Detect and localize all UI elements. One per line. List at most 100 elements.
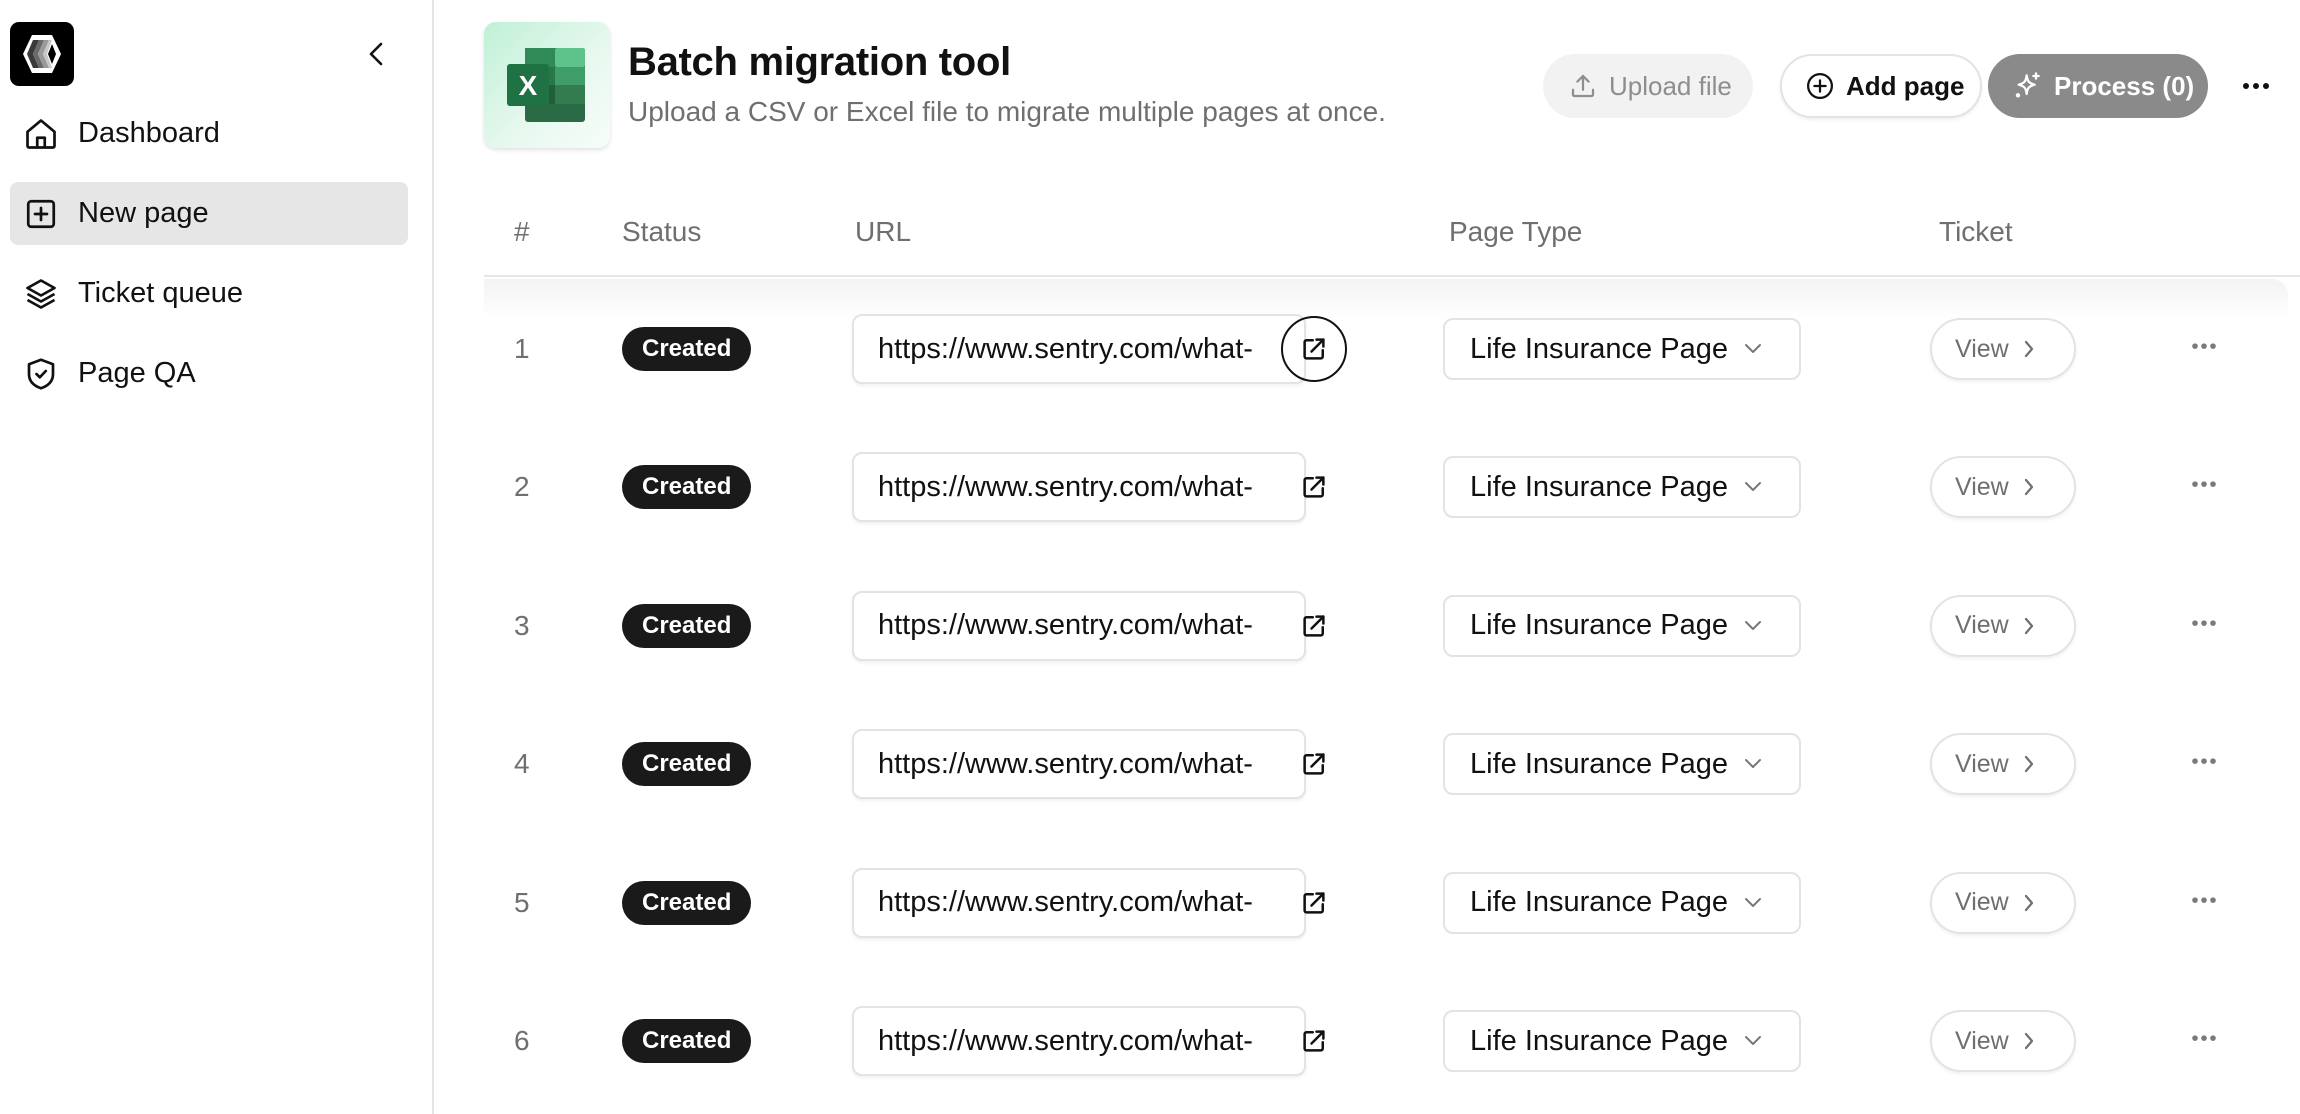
- external-link-icon: [1303, 615, 1325, 637]
- upload-file-label: Upload file: [1609, 70, 1732, 101]
- external-link-icon: [1303, 753, 1325, 775]
- table-row: 4 Created Life Insurance Page View: [484, 695, 2300, 833]
- chevron-right-icon: [2023, 339, 2039, 359]
- view-ticket-button[interactable]: View: [1930, 456, 2076, 519]
- view-ticket-button[interactable]: View: [1930, 594, 2076, 657]
- url-input[interactable]: [852, 1006, 1306, 1076]
- row-number: 2: [514, 471, 530, 503]
- shield-check-icon: [23, 356, 59, 392]
- sidebar-item-page-qa[interactable]: Page QA: [10, 342, 408, 405]
- sidebar-item-dashboard[interactable]: Dashboard: [10, 102, 408, 165]
- row-number: 3: [514, 609, 530, 641]
- sidebar-item-new-page[interactable]: New page: [10, 182, 408, 245]
- external-link-icon: [1303, 1030, 1325, 1052]
- app-logo[interactable]: [10, 22, 74, 86]
- view-ticket-label: View: [1955, 611, 2009, 640]
- view-ticket-button[interactable]: View: [1930, 871, 2076, 934]
- open-url-button[interactable]: [1281, 593, 1347, 659]
- status-badge: Created: [622, 465, 752, 510]
- sidebar-nav: Dashboard New page Ticket queue Page QA: [10, 102, 408, 422]
- chevron-right-icon: [2023, 893, 2039, 913]
- status-badge: Created: [622, 327, 752, 371]
- add-page-button[interactable]: Add page: [1780, 54, 1982, 118]
- upload-file-button[interactable]: Upload file: [1543, 54, 1753, 118]
- external-link-icon: [1303, 891, 1325, 914]
- row-actions-button[interactable]: [2184, 1026, 2224, 1050]
- sidebar-item-label: Dashboard: [78, 117, 220, 149]
- view-ticket-label: View: [1955, 749, 2009, 778]
- status-badge: Created: [622, 742, 752, 787]
- open-url-button[interactable]: [1281, 454, 1347, 520]
- sparkles-icon: [2012, 70, 2044, 102]
- column-header-url: URL: [855, 216, 912, 247]
- table-header: # Status URL Page Type Ticket: [484, 200, 2300, 277]
- plus-circle-icon: [1804, 70, 1836, 102]
- chevron-down-icon: [1743, 477, 1763, 497]
- more-horizontal-icon: [2192, 1035, 2216, 1041]
- page-type-value: Life Insurance Page: [1470, 1024, 1728, 1057]
- chevron-down-icon: [1743, 1031, 1763, 1051]
- open-url-button[interactable]: [1281, 731, 1347, 797]
- more-options-button[interactable]: [2236, 70, 2276, 102]
- chevron-right-icon: [2023, 1031, 2039, 1051]
- row-actions-button[interactable]: [2184, 888, 2224, 912]
- url-input[interactable]: [852, 314, 1306, 384]
- more-horizontal-icon: [2192, 896, 2216, 903]
- page-type-select[interactable]: Life Insurance Page: [1443, 733, 1801, 796]
- chevron-right-icon: [2023, 477, 2039, 497]
- row-number: 4: [514, 748, 530, 780]
- plus-square-icon: [23, 196, 59, 232]
- column-header-page-type: Page Type: [1449, 216, 1583, 247]
- page-type-value: Life Insurance Page: [1470, 609, 1728, 642]
- process-button[interactable]: Process (0): [1988, 54, 2208, 118]
- collapse-sidebar-button[interactable]: [360, 38, 392, 70]
- more-horizontal-icon: [2243, 83, 2269, 89]
- table-row: 6 Created Life Insurance Page View: [484, 972, 2300, 1110]
- page-type-value: Life Insurance Page: [1470, 332, 1728, 365]
- status-badge: Created: [622, 1019, 752, 1063]
- open-url-button[interactable]: [1281, 1008, 1347, 1074]
- more-horizontal-icon: [2192, 758, 2216, 765]
- view-ticket-label: View: [1955, 888, 2009, 917]
- table-row: 3 Created Life Insurance Page View: [484, 557, 2300, 695]
- sidebar-item-ticket-queue[interactable]: Ticket queue: [10, 262, 408, 325]
- page-subtitle: Upload a CSV or Excel file to migrate mu…: [628, 96, 1386, 127]
- view-ticket-button[interactable]: View: [1930, 1010, 2076, 1072]
- row-actions-button[interactable]: [2184, 334, 2224, 358]
- view-ticket-button[interactable]: View: [1930, 318, 2076, 380]
- table-row: 2 Created Life Insurance Page View: [484, 418, 2300, 556]
- url-input[interactable]: [852, 452, 1306, 523]
- url-input[interactable]: [852, 729, 1306, 800]
- external-link-icon: [1303, 338, 1325, 360]
- row-number: 6: [514, 1025, 530, 1056]
- column-header-number: #: [514, 216, 530, 247]
- page-title: Batch migration tool: [628, 40, 1011, 84]
- page-type-select[interactable]: Life Insurance Page: [1443, 871, 1801, 934]
- process-label: Process (0): [2054, 70, 2195, 101]
- layers-icon: [23, 276, 59, 312]
- table-row: 5 Created Life Insurance Page View: [484, 834, 2300, 972]
- page-type-select[interactable]: Life Insurance Page: [1443, 594, 1801, 657]
- excel-icon: X: [507, 48, 585, 122]
- external-link-icon: [1303, 476, 1325, 499]
- page-type-select[interactable]: Life Insurance Page: [1443, 1010, 1801, 1072]
- upload-icon: [1567, 70, 1599, 102]
- page-type-value: Life Insurance Page: [1470, 886, 1728, 919]
- chevron-right-icon: [2023, 616, 2039, 636]
- page-type-select[interactable]: Life Insurance Page: [1443, 318, 1801, 380]
- view-ticket-label: View: [1955, 334, 2009, 363]
- row-actions-button[interactable]: [2184, 611, 2224, 635]
- open-url-button[interactable]: [1281, 870, 1347, 936]
- row-actions-button[interactable]: [2184, 473, 2224, 497]
- view-ticket-button[interactable]: View: [1930, 733, 2076, 796]
- sidebar-item-label: Ticket queue: [78, 277, 243, 309]
- open-url-button[interactable]: [1281, 316, 1347, 382]
- page-type-select[interactable]: Life Insurance Page: [1443, 456, 1801, 519]
- column-header-ticket: Ticket: [1939, 216, 2013, 247]
- url-input[interactable]: [852, 867, 1306, 938]
- url-input[interactable]: [852, 590, 1306, 661]
- more-horizontal-icon: [2192, 343, 2216, 349]
- page-type-value: Life Insurance Page: [1470, 470, 1728, 503]
- add-page-label: Add page: [1846, 70, 1965, 101]
- row-actions-button[interactable]: [2184, 749, 2224, 773]
